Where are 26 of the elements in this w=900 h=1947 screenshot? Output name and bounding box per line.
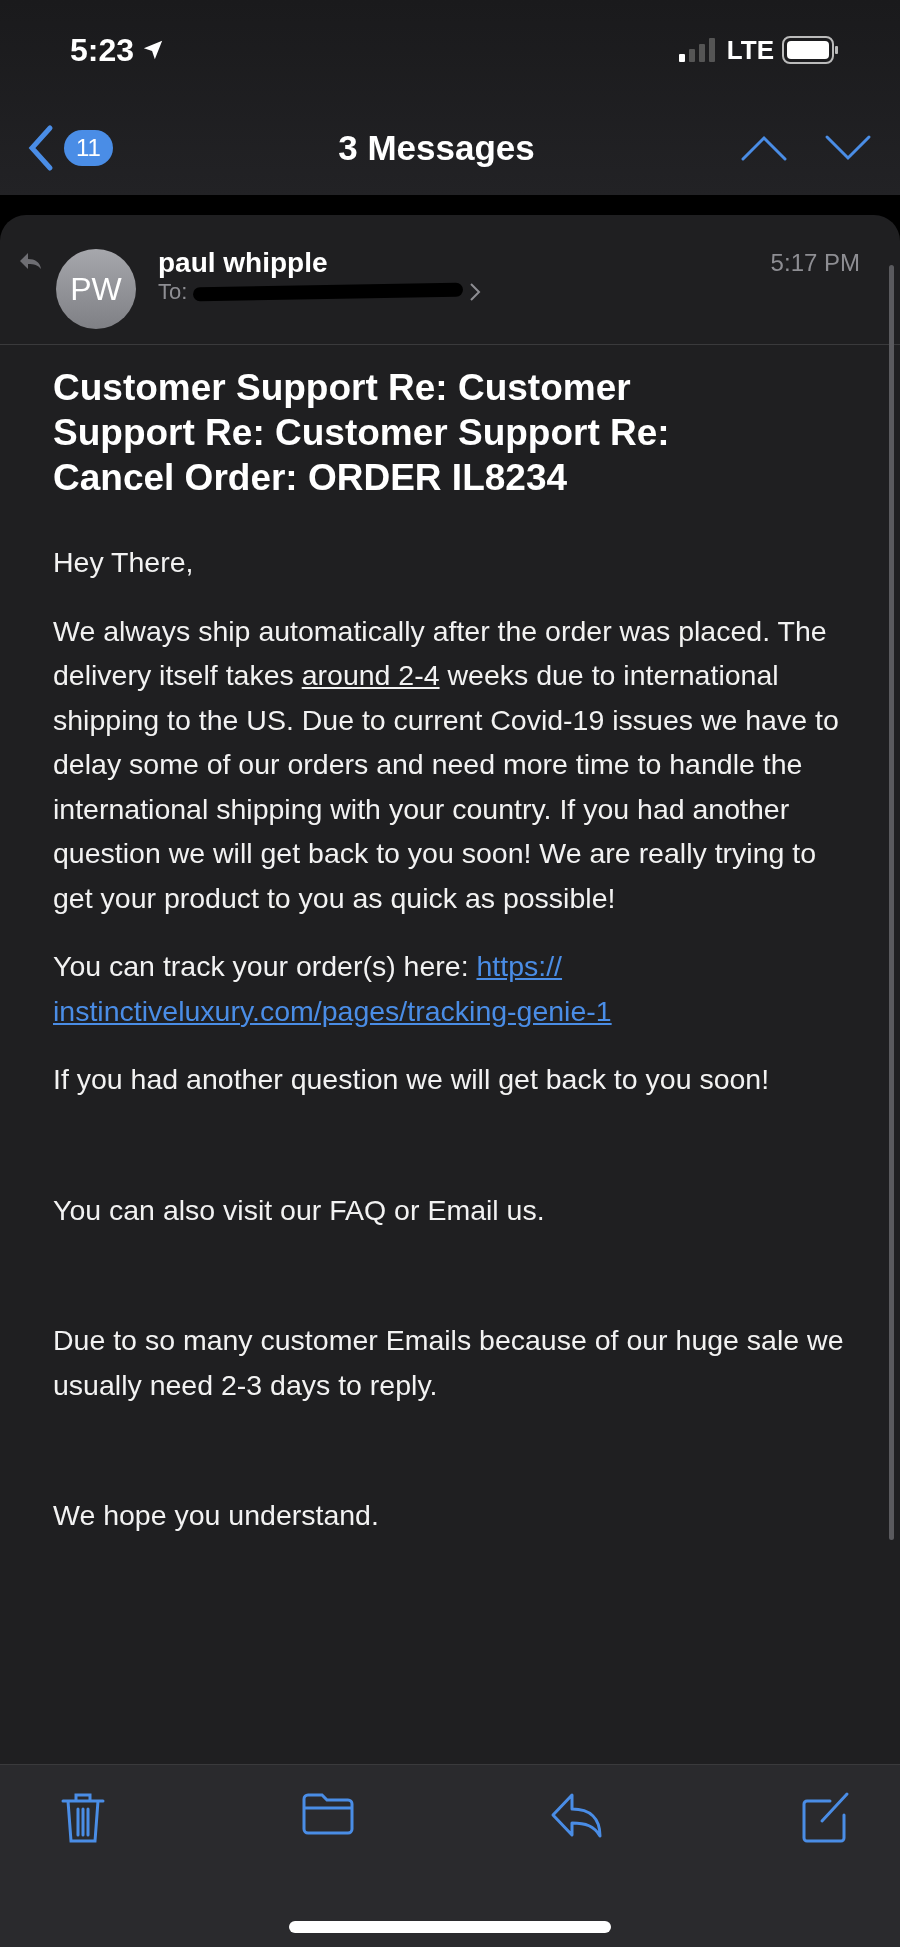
tracking-link[interactable]: instinctiveluxury.com/pages/tracking-genie-1 [53, 994, 612, 1027]
previous-button[interactable] [740, 133, 788, 162]
network-label: LTE [726, 34, 774, 66]
status-time: 5:23 [70, 31, 135, 69]
recipient-label: To: [158, 279, 188, 305]
body-paragraph: You can also visit our FAQ or Email us. [53, 1192, 546, 1228]
sender-name: paul whipple [158, 247, 329, 279]
delete-button[interactable] [60, 1791, 106, 1845]
body-paragraph: We hope you understand. [53, 1498, 380, 1533]
replied-icon [18, 251, 42, 271]
body-paragraph: Hey There, [53, 545, 195, 580]
body-paragraph: Due to so many customer Emails because of our huge sale we usually need 2-3 days to reply. [53, 1323, 845, 1403]
sender-avatar: PW [56, 249, 136, 329]
tracking-link[interactable]: https:// [476, 950, 563, 982]
body-paragraph: We always ship automatically after the order was placed. The delivery itself takes around 2-4 weeks due to international shipping to the US. Due to current Covid-19 issues we have to delay some of our orders and need more time to handle the international shipping with your country. If you had another question we will get back to you soon! We are really trying to get your product to you as quick as possible! [53, 613, 840, 916]
body-paragraph: You can track your order(s) here: https:// instinctiveluxury.com/pages/tracking-genie-1 [53, 949, 613, 1029]
date-link[interactable]: around 2-4 [301, 659, 440, 691]
chevron-right-icon [469, 282, 482, 302]
message-time: 5:17 PM [770, 249, 860, 277]
message-subject: Customer Support Re: Customer Support Re: Customer Support Re: Cancel Order: ORDER IL8234 [53, 366, 671, 500]
location-arrow-icon [142, 39, 165, 61]
next-button[interactable] [824, 133, 872, 162]
unread-badge: 11 [64, 129, 113, 166]
battery-icon [782, 36, 840, 64]
nav-title: 3 Messages [338, 127, 535, 168]
body-paragraph: If you had another question we will get back to you soon! [53, 1062, 771, 1097]
